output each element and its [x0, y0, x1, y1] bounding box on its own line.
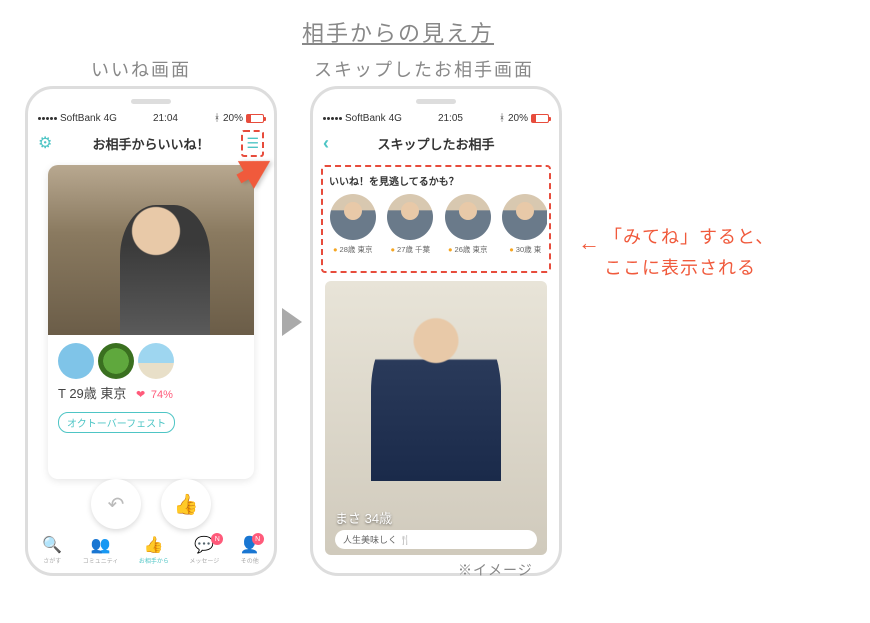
profile-name-age: T 29歳 東京	[58, 386, 126, 401]
bluetooth-icon: ᚼ	[214, 113, 220, 124]
match-percent: 74%	[151, 389, 173, 401]
tab-label: コミュニティ	[83, 556, 119, 565]
skip-button[interactable]: ↶	[91, 479, 141, 529]
status-bar: SoftBank 4G 21:05 ᚼ 20%	[313, 111, 559, 125]
sub-photo[interactable]	[58, 343, 94, 379]
tab-label: さがす	[43, 556, 61, 565]
carrier-label: SoftBank	[60, 113, 101, 124]
callout-arrow-icon: ←	[578, 230, 600, 256]
page-title: 相手からの見え方	[302, 16, 494, 48]
tab-label: お相手から	[139, 556, 169, 565]
battery-pct: 20%	[223, 113, 243, 124]
status-bar: SoftBank 4G 21:04 ᚼ 20%	[28, 111, 274, 125]
mitene-meta: ●28歳 東京	[333, 244, 372, 255]
avatar	[502, 194, 547, 240]
carrier-label: SoftBank	[345, 113, 386, 124]
clock: 21:04	[153, 113, 178, 124]
tab-search[interactable]: 🔍さがす	[42, 535, 62, 565]
mitene-meta: ●27歳 千葉	[391, 244, 430, 255]
tab-bar: 🔍さがす 👥コミュニティ 👍お相手から 💬Nメッセージ 👤Nその他	[28, 533, 274, 565]
sub-photos	[48, 335, 254, 383]
clock: 21:05	[438, 113, 463, 124]
image-note: ※イメージ	[458, 560, 533, 580]
signal-dots-icon	[323, 117, 342, 120]
phone-speaker	[416, 99, 456, 104]
battery-icon	[531, 114, 549, 123]
interest-tag[interactable]: オクトーバーフェスト	[58, 412, 175, 433]
avatar	[330, 194, 376, 240]
profile-card[interactable]: T 29歳 東京 ❤ 74% オクトーバーフェスト	[48, 165, 254, 479]
right-column-label: スキップしたお相手画面	[314, 56, 534, 82]
tab-label: その他	[241, 556, 259, 565]
badge: N	[252, 533, 264, 545]
avatar	[445, 194, 491, 240]
profile-photo	[371, 301, 501, 481]
profile-bio-tag: 人生美味しく 🍴	[335, 530, 537, 549]
mitene-row[interactable]: ●28歳 東京 ●27歳 千葉 ●26歳 東京 ●30歳 東	[325, 194, 547, 255]
mitene-meta: ●30歳 東	[509, 244, 541, 255]
settings-icon[interactable]: ⚙	[38, 133, 52, 153]
avatar	[387, 194, 433, 240]
search-icon: 🔍	[42, 535, 62, 555]
profile-info: T 29歳 東京 ❤ 74%	[48, 383, 254, 408]
badge: N	[211, 533, 223, 545]
battery-pct: 20%	[508, 113, 528, 124]
community-icon: 👥	[91, 535, 111, 555]
tab-message[interactable]: 💬Nメッセージ	[189, 535, 219, 565]
mitene-item[interactable]: ●26歳 東京	[440, 194, 496, 255]
mitene-meta: ●26歳 東京	[448, 244, 487, 255]
tab-from-partner[interactable]: 👍お相手から	[139, 535, 169, 565]
mitene-item[interactable]: ●30歳 東	[498, 194, 548, 255]
back-icon[interactable]: ‹	[323, 133, 329, 154]
arrow-right-icon	[282, 308, 302, 336]
header-title: スキップしたお相手	[377, 134, 494, 153]
tab-community[interactable]: 👥コミュニティ	[83, 535, 119, 565]
phone-right: SoftBank 4G 21:05 ᚼ 20% ‹ スキップしたお相手 いいね！…	[310, 86, 562, 576]
signal-dots-icon	[38, 117, 57, 120]
sub-photo[interactable]	[98, 343, 134, 379]
profile-name-age: まさ 34歳	[335, 508, 392, 527]
app-header: ⚙ お相手からいいね！ ☰	[28, 127, 274, 159]
app-header: ‹ スキップしたお相手	[313, 127, 559, 159]
tab-other[interactable]: 👤Nその他	[240, 535, 260, 565]
callout-text: 「みてね」すると、ここに表示される	[604, 222, 774, 283]
mitene-item[interactable]: ●28歳 東京	[325, 194, 381, 255]
tab-label: メッセージ	[189, 556, 219, 565]
bluetooth-icon: ᚼ	[499, 113, 505, 124]
battery-icon	[246, 114, 264, 123]
network-label: 4G	[389, 113, 402, 124]
phone-speaker	[131, 99, 171, 104]
profile-photo	[48, 165, 254, 335]
mitene-highlight-box: いいね！を見逃してるかも？ ●28歳 東京 ●27歳 千葉 ●26歳 東京 ●3…	[321, 165, 551, 273]
thumbsup-icon: 👍	[144, 535, 164, 555]
heart-icon: ❤	[136, 389, 145, 401]
network-label: 4G	[104, 113, 117, 124]
mitene-item[interactable]: ●27歳 千葉	[383, 194, 439, 255]
mitene-title: いいね！を見逃してるかも？	[325, 171, 547, 194]
header-title: お相手からいいね！	[92, 134, 209, 153]
left-column-label: いいね画面	[91, 56, 191, 82]
skipped-profile-card[interactable]: まさ 34歳 人生美味しく 🍴	[325, 281, 547, 555]
like-button[interactable]: 👍	[161, 479, 211, 529]
action-row: ↶ 👍	[28, 477, 274, 531]
sub-photo[interactable]	[138, 343, 174, 379]
